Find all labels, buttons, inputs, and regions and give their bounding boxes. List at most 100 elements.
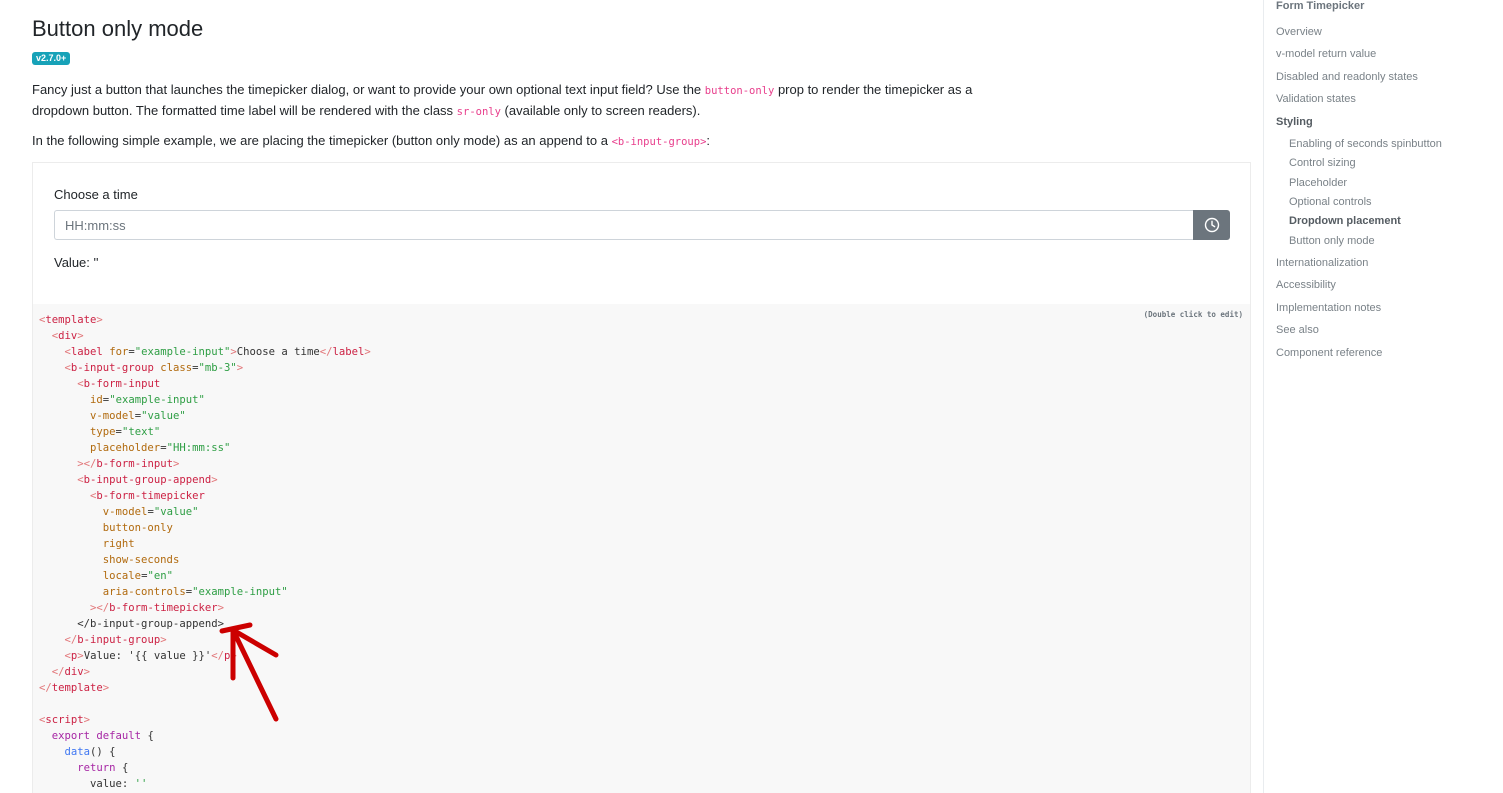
sidebar-item-control-sizing[interactable]: Control sizing — [1289, 157, 1356, 169]
code-line: v-model="value" — [39, 410, 186, 422]
code-token: right — [102, 538, 135, 550]
sidebar-item-placeholder[interactable]: Placeholder — [1289, 177, 1347, 189]
sidebar-item-implementation-notes[interactable]: Implementation notes — [1276, 302, 1381, 314]
code-token: show-seconds — [102, 554, 180, 566]
code-token: Choose a time — [236, 346, 320, 358]
sidebar-item-disabled-and-readonly-states[interactable]: Disabled and readonly states — [1276, 71, 1418, 83]
inline-code-sr-only: sr-only — [456, 106, 501, 118]
sidebar-heading[interactable]: Form Timepicker — [1276, 0, 1364, 12]
double-click-hint: (Double click to edit) — [1143, 310, 1243, 319]
code-token: aria-controls — [102, 586, 186, 598]
sidebar-item-v-model-return-value[interactable]: v-model return value — [1276, 48, 1376, 60]
sidebar-item-accessibility[interactable]: Accessibility — [1276, 279, 1336, 291]
code-token: b-form-input — [83, 378, 161, 390]
sidebar-item-enabling-of-seconds-spinbutton[interactable]: Enabling of seconds spinbutton — [1289, 138, 1442, 150]
code-token: "HH:mm:ss" — [166, 442, 231, 454]
code-token: template — [51, 682, 103, 694]
code-line: id="example-input" — [39, 394, 205, 406]
example-card: Choose a time Value: '' — [32, 162, 1251, 304]
code-token: > — [211, 474, 218, 486]
code-line: <script> — [39, 714, 90, 726]
code-line: <div> — [39, 330, 84, 342]
code-token: > — [364, 346, 371, 358]
code-token: </ — [211, 650, 225, 662]
code-token: ></ — [90, 602, 110, 614]
code-token: > — [83, 666, 91, 678]
code-line: ></b-form-timepicker> — [39, 602, 224, 614]
time-input[interactable] — [54, 210, 1194, 240]
sidebar-item-validation-states[interactable]: Validation states — [1276, 93, 1356, 105]
code-token: data — [64, 746, 91, 758]
code-line: </template> — [39, 682, 109, 694]
code-editor[interactable]: (Double click to edit) <template> <div> … — [32, 304, 1251, 793]
code-line: type="text" — [39, 426, 160, 438]
code-line: locale="en" — [39, 570, 173, 582]
code-token: '' — [134, 778, 148, 790]
sidebar-item-styling[interactable]: Styling — [1276, 116, 1313, 128]
version-badge: v2.7.0+ — [32, 52, 71, 65]
sidebar-item-component-reference[interactable]: Component reference — [1276, 347, 1382, 359]
code-line: <b-form-input — [39, 378, 160, 390]
code-token: div — [58, 330, 78, 342]
code-token: > — [83, 714, 91, 726]
page-title: Button only mode — [32, 16, 204, 41]
code-token: b-form-timepicker — [96, 490, 205, 502]
code-token: ></ — [77, 458, 97, 470]
code-token: > — [96, 314, 103, 326]
code-line: <template> — [39, 314, 103, 326]
code-token: "example-input" — [109, 394, 205, 406]
code-token: () { — [90, 746, 116, 758]
code-token: button-only — [102, 522, 173, 534]
time-input-group — [54, 210, 1230, 240]
sidebar-item-optional-controls[interactable]: Optional controls — [1289, 196, 1372, 208]
code-line: placeholder="HH:mm:ss" — [39, 442, 230, 454]
code-line: ></b-form-input> — [39, 458, 179, 470]
code-line: <b-input-group-append> — [39, 474, 218, 486]
value-output: Value: '' — [54, 255, 99, 270]
code-line: <p>Value: '{{ value }}'</p> — [39, 650, 237, 662]
code-line: </b-input-group> — [39, 634, 167, 646]
sidebar-item-internationalization[interactable]: Internationalization — [1276, 257, 1368, 269]
code-token: </ — [64, 634, 78, 646]
code-token: id — [90, 394, 103, 406]
code-token: "example-input" — [134, 346, 231, 358]
sidebar-item-overview[interactable]: Overview — [1276, 26, 1322, 38]
code-token: </ — [39, 682, 52, 694]
intro-paragraph: Fancy just a button that launches the ti… — [32, 82, 973, 118]
code-token: </ — [319, 346, 333, 358]
sidebar-item-see-also[interactable]: See also — [1276, 324, 1319, 336]
code-token: b-form-timepicker — [109, 602, 218, 614]
code-listing: <template> <div> <label for="example-inp… — [39, 312, 371, 792]
code-line: </b-input-group-append> — [39, 618, 224, 630]
code-token: > — [160, 634, 167, 646]
inline-code-button-only: button-only — [704, 85, 775, 97]
timepicker-button[interactable] — [1193, 210, 1230, 240]
code-line: show-seconds — [39, 554, 180, 566]
clock-icon — [1204, 217, 1219, 233]
sidebar-item-button-only-mode[interactable]: Button only mode — [1289, 235, 1375, 247]
code-token: label — [332, 346, 365, 358]
docs-page: Button only mode v2.7.0+ Fancy just a bu… — [0, 0, 1503, 793]
sidebar-item-dropdown-placement[interactable]: Dropdown placement — [1289, 215, 1401, 227]
example-paragraph: In the following simple example, we are … — [32, 133, 711, 148]
code-line: v-model="value" — [39, 506, 199, 518]
